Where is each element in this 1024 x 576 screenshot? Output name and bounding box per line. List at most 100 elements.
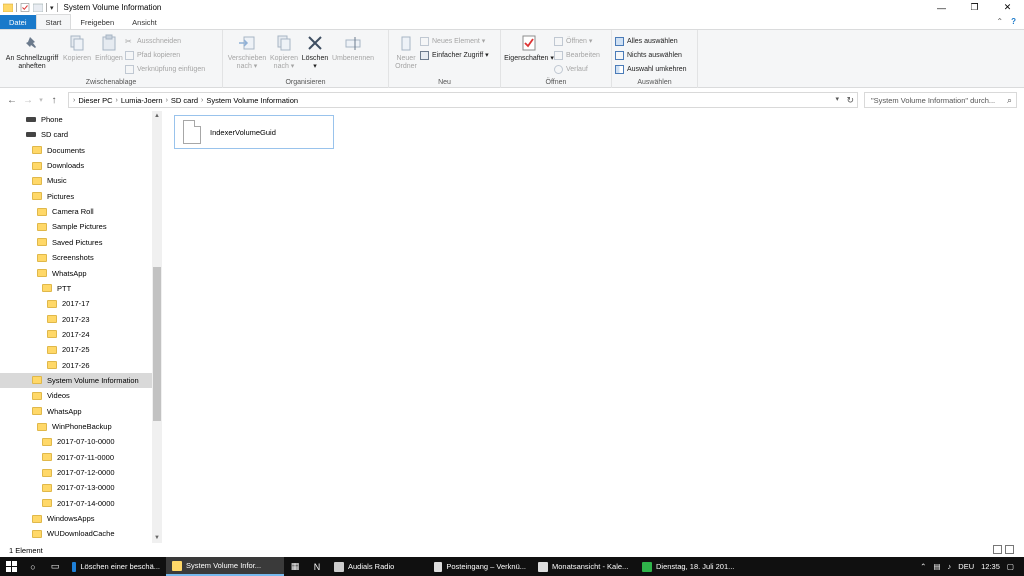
windows-start-icon[interactable] xyxy=(0,557,22,576)
file-item[interactable]: IndexerVolumeGuid xyxy=(174,115,334,149)
history-button[interactable]: Verlauf xyxy=(554,63,600,75)
nav-item[interactable]: 2017-07-13-0000 xyxy=(0,480,152,495)
nav-item-label: SD card xyxy=(41,130,69,140)
address-dropdown-icon[interactable]: ▾ xyxy=(835,95,839,103)
nav-item[interactable]: Documents xyxy=(0,143,152,158)
nav-item[interactable]: SD card xyxy=(0,127,152,142)
nav-item[interactable]: System Volume Information xyxy=(0,372,152,388)
nav-item[interactable]: Music xyxy=(0,173,152,188)
taskbar-app[interactable]: Dienstag, 18. Juli 201... xyxy=(636,557,741,576)
scroll-thumb[interactable] xyxy=(153,267,161,421)
search-input[interactable]: "System Volume Information" durch... ⌕ xyxy=(864,92,1017,108)
qat-dropdown-icon[interactable]: ▾ xyxy=(50,4,54,12)
recent-dropdown-icon[interactable]: ▾ xyxy=(36,96,46,104)
nav-item-label: 2017-07-14-0000 xyxy=(57,498,115,508)
new-item-button[interactable]: Neues Element ▾ xyxy=(420,35,489,47)
tray-language[interactable]: DEU xyxy=(958,562,974,571)
up-arrow-icon[interactable]: ↑ xyxy=(46,95,62,106)
large-icons-view-icon[interactable] xyxy=(1005,545,1014,554)
invert-selection-button[interactable]: Auswahl umkehren xyxy=(615,63,687,75)
nav-item[interactable]: 2017-24 xyxy=(0,327,152,342)
tab-start[interactable]: Start xyxy=(35,14,72,29)
network-icon[interactable]: ▤ xyxy=(933,562,940,571)
maximize-button[interactable]: ❐ xyxy=(958,0,991,15)
system-tray: ⌃ ▤ ♪ DEU 12:35 ▢ xyxy=(920,557,1024,576)
nav-item[interactable]: 2017-25 xyxy=(0,342,152,357)
task-view-icon[interactable]: ▭ xyxy=(44,557,66,576)
pin-icon xyxy=(22,33,42,53)
taskbar-app-label: System Volume Infor... xyxy=(186,561,262,570)
forward-arrow-icon[interactable]: → xyxy=(20,95,36,106)
address-bar[interactable]: › Dieser PC › Lumia-Joern › SD card › Sy… xyxy=(68,92,858,108)
nav-item[interactable]: Pictures xyxy=(0,189,152,204)
breadcrumb-system-volume[interactable]: System Volume Information xyxy=(206,96,298,105)
folder-icon xyxy=(32,146,42,155)
nav-item[interactable]: WUDownloadCache xyxy=(0,526,152,541)
nav-item[interactable]: Phone xyxy=(0,112,152,127)
nav-item[interactable]: Saved Pictures xyxy=(0,235,152,250)
scroll-down-icon[interactable]: ▼ xyxy=(152,535,162,541)
breadcrumb-this-pc[interactable]: Dieser PC xyxy=(78,96,112,105)
help-icon[interactable]: ? xyxy=(1011,17,1016,26)
calculator-app-icon[interactable]: ▦ xyxy=(284,557,306,576)
nav-item[interactable]: WinPhoneBackup xyxy=(0,419,152,434)
select-all-button[interactable]: Alles auswählen xyxy=(615,35,687,47)
back-arrow-icon[interactable]: ← xyxy=(4,95,20,106)
nav-item[interactable]: Videos xyxy=(0,388,152,403)
edit-button[interactable]: Bearbeiten xyxy=(554,49,600,61)
nav-item[interactable]: Sample Pictures xyxy=(0,219,152,234)
close-button[interactable]: ✕ xyxy=(991,0,1024,15)
taskbar-app[interactable]: Monatsansicht - Kale... xyxy=(532,557,636,576)
nav-item[interactable]: 2017-17 xyxy=(0,296,152,311)
tray-clock[interactable]: 12:35 xyxy=(981,562,1000,571)
taskbar-app[interactable]: Audials Radio xyxy=(328,557,428,576)
cortana-search-icon[interactable]: ○ xyxy=(22,557,44,576)
paste-shortcut-button[interactable]: Verknüpfung einfügen xyxy=(125,63,205,75)
nav-item[interactable]: 2017-23 xyxy=(0,312,152,327)
scissors-icon: ✂ xyxy=(125,36,132,46)
nav-item[interactable]: WhatsApp xyxy=(0,266,152,281)
select-none-button[interactable]: Nichts auswählen xyxy=(615,49,687,61)
nav-item[interactable]: 2017-07-12-0000 xyxy=(0,465,152,480)
tab-file[interactable]: Datei xyxy=(0,15,36,29)
minimize-button[interactable]: — xyxy=(925,0,958,15)
nav-item[interactable]: Camera Roll xyxy=(0,204,152,219)
tab-view[interactable]: Ansicht xyxy=(123,15,166,29)
nav-item[interactable]: 2017-07-10-0000 xyxy=(0,434,152,449)
tab-share[interactable]: Freigeben xyxy=(71,15,123,29)
details-view-icon[interactable] xyxy=(993,545,1002,554)
cut-button[interactable]: ✂ Ausschneiden xyxy=(125,35,205,47)
properties-icon[interactable] xyxy=(20,3,30,12)
navigation-bar: ← → ▾ ↑ › Dieser PC › Lumia-Joern › SD c… xyxy=(0,91,1024,109)
item-count: 1 Element xyxy=(9,545,43,555)
nav-item[interactable]: PTT xyxy=(0,281,152,296)
copy-path-button[interactable]: Pfad kopieren xyxy=(125,49,205,61)
breadcrumb-lumia[interactable]: Lumia-Joern xyxy=(121,96,163,105)
nav-item[interactable]: Downloads xyxy=(0,158,152,173)
rename-icon xyxy=(343,33,363,53)
breadcrumb-sd-card[interactable]: SD card xyxy=(171,96,198,105)
folder-icon xyxy=(32,376,42,385)
notifications-icon[interactable]: ▢ xyxy=(1007,562,1014,571)
collapse-ribbon-icon[interactable]: ⌃ xyxy=(996,17,1003,26)
taskbar-app[interactable]: System Volume Infor... xyxy=(166,557,284,576)
new-folder-icon[interactable] xyxy=(33,3,43,12)
nav-item[interactable]: WindowsApps xyxy=(0,511,152,526)
easy-access-button[interactable]: Einfacher Zugriff ▾ xyxy=(420,49,489,61)
refresh-icon[interactable]: ↻ xyxy=(846,95,854,106)
device-icon xyxy=(26,117,36,122)
nav-item[interactable]: WhatsApp xyxy=(0,404,152,419)
nav-item[interactable]: Screenshots xyxy=(0,250,152,265)
nav-item[interactable]: 2017-07-14-0000 xyxy=(0,496,152,511)
scroll-up-icon[interactable]: ▲ xyxy=(152,113,162,119)
onenote-app-icon[interactable]: N xyxy=(306,557,328,576)
tray-up-icon[interactable]: ⌃ xyxy=(920,562,926,571)
nav-item[interactable]: 2017-26 xyxy=(0,358,152,373)
taskbar-app[interactable]: Posteingang – Verknü... xyxy=(428,557,532,576)
volume-icon[interactable]: ♪ xyxy=(948,562,952,571)
nav-scrollbar[interactable]: ▲ ▼ xyxy=(152,111,162,543)
folder-icon xyxy=(47,330,57,339)
nav-item[interactable]: 2017-07-11-0000 xyxy=(0,450,152,465)
open-button[interactable]: Öffnen ▾ xyxy=(554,35,600,47)
taskbar-app[interactable]: Löschen einer beschä... xyxy=(66,557,166,576)
